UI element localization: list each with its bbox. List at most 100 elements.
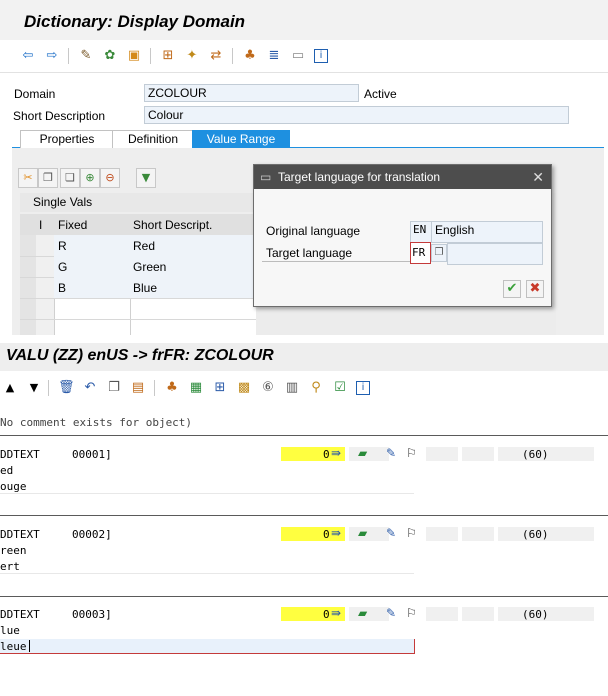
- main-toolbar: ⇦ ⇨ ✎ ✿ ▣ ⊞ ✦ ⇄ ♣ ≣ ▭ i: [0, 40, 608, 73]
- paste-icon[interactable]: ▤: [130, 380, 146, 396]
- entry-divider: [0, 515, 608, 516]
- row-1-desc[interactable]: Red: [133, 239, 155, 253]
- display-info-icon[interactable]: ▭: [290, 48, 306, 64]
- tab-properties[interactable]: Properties: [20, 130, 114, 149]
- text-cursor: [29, 640, 30, 652]
- target-language-code-input[interactable]: FR: [410, 242, 431, 264]
- entry-3-gray-box: [349, 607, 389, 621]
- insert-row-icon[interactable]: ⊕: [80, 168, 100, 188]
- value-help-icon[interactable]: ❐: [431, 244, 447, 262]
- title-bar: Dictionary: Display Domain: [0, 0, 608, 40]
- grid-icon[interactable]: ▩: [236, 380, 252, 396]
- row-selector-column[interactable]: [20, 235, 36, 335]
- row-2-desc[interactable]: Green: [133, 260, 166, 274]
- entry-1-edit-icon[interactable]: ✎: [386, 446, 396, 460]
- close-icon[interactable]: ✕: [532, 165, 544, 189]
- tab-value-range[interactable]: Value Range: [192, 130, 290, 149]
- row-3-desc[interactable]: Blue: [133, 281, 157, 295]
- translation-title: VALU (ZZ) enUS -> frFR: ZCOLOUR: [6, 347, 274, 364]
- entry-divider: [0, 596, 608, 597]
- entry-1-stamp-icon[interactable]: ▰: [358, 446, 367, 460]
- activate-icon[interactable]: ▣: [126, 48, 142, 64]
- short-description-field[interactable]: Colour: [144, 106, 569, 124]
- entry-2-flag-icon[interactable]: ⚐: [406, 526, 417, 540]
- row-2-fixed[interactable]: G: [58, 260, 67, 274]
- move-icon[interactable]: ⇄: [208, 48, 224, 64]
- entry-3-number: 00003]: [72, 608, 112, 621]
- delete-row-icon[interactable]: ⊖: [100, 168, 120, 188]
- i-column: [36, 235, 54, 335]
- entry-3-header: DDTEXT 00003] 0 ⇛ ▰ ✎ ⚐ (60): [0, 606, 608, 622]
- table-icon[interactable]: ≣: [266, 48, 282, 64]
- entry-3-count: 0: [323, 608, 330, 621]
- col-i[interactable]: I: [39, 218, 42, 232]
- entry-1-target-input[interactable]: ouge: [0, 479, 414, 494]
- where-used-icon[interactable]: ⊞: [160, 48, 176, 64]
- entry-1-gray-box: (60): [498, 447, 594, 461]
- entry-1-gray-box: [349, 447, 389, 461]
- domain-field[interactable]: ZCOLOUR: [144, 84, 359, 102]
- entry-2-edit-icon[interactable]: ✎: [386, 526, 396, 540]
- row-1-fixed[interactable]: R: [58, 239, 67, 253]
- entry-1-flag-icon[interactable]: ⚐: [406, 446, 417, 460]
- dialog-icon: ▭: [260, 170, 272, 184]
- entry-1-gray-box: [462, 447, 494, 461]
- paste-icon[interactable]: ❏: [60, 168, 80, 188]
- book-icon[interactable]: ▥: [284, 380, 300, 396]
- change-display-icon[interactable]: ✿: [102, 48, 118, 64]
- entry-3-length: (60): [522, 608, 549, 621]
- entry-3-target-input[interactable]: leue: [0, 639, 415, 654]
- separator: [232, 48, 233, 64]
- numbers-icon[interactable]: ⑥: [260, 380, 276, 396]
- original-language-label: Original language: [266, 224, 361, 238]
- entry-2-detail-icon[interactable]: ⇛: [331, 526, 341, 540]
- back-icon[interactable]: ⇦: [20, 48, 36, 64]
- hierarchy-icon[interactable]: ♣: [164, 380, 180, 396]
- entry-3-gray-box: [426, 607, 458, 621]
- filter-icon[interactable]: ▼: [136, 168, 156, 188]
- entry-3-flag-icon[interactable]: ⚐: [406, 606, 417, 620]
- single-vals-title: Single Vals: [33, 195, 93, 209]
- cancel-icon[interactable]: ✖: [526, 280, 544, 298]
- info-icon[interactable]: i: [314, 49, 328, 63]
- entry-2-gray-box: [462, 527, 494, 541]
- entry-2-target-input[interactable]: ert: [0, 559, 414, 574]
- entry-1-length: (60): [522, 448, 549, 461]
- hierarchy-icon[interactable]: ♣: [242, 48, 258, 64]
- dialog-title: Target language for translation: [278, 170, 441, 184]
- info-icon[interactable]: i: [356, 381, 370, 395]
- delete-icon[interactable]: 🗑: [58, 380, 75, 396]
- col-fixed[interactable]: Fixed: [58, 218, 87, 232]
- entry-3-edit-icon[interactable]: ✎: [386, 606, 396, 620]
- down-arrow-icon[interactable]: ▼: [26, 380, 42, 396]
- entry-2-stamp-icon[interactable]: ▰: [358, 526, 367, 540]
- object-list-icon[interactable]: ✦: [184, 48, 200, 64]
- copy-icon[interactable]: ❐: [38, 168, 58, 188]
- table-icon[interactable]: ▦: [188, 380, 204, 396]
- check-icon[interactable]: ☑: [332, 380, 348, 396]
- cut-icon[interactable]: ✂: [18, 168, 38, 188]
- proposal-icon[interactable]: ⊞: [212, 380, 228, 396]
- forward-icon[interactable]: ⇨: [44, 48, 60, 64]
- entry-2-gray-box: [426, 527, 458, 541]
- search-icon[interactable]: ⚲: [308, 380, 324, 396]
- col-short-description[interactable]: Short Descript.: [133, 218, 212, 232]
- undo-icon[interactable]: ↶: [82, 380, 98, 396]
- tab-definition[interactable]: Definition: [112, 130, 194, 149]
- entry-3-detail-icon[interactable]: ⇛: [331, 606, 341, 620]
- domain-label: Domain: [14, 87, 56, 101]
- copy-icon[interactable]: ❐: [106, 380, 122, 396]
- entry-1-key: DDTEXT: [0, 448, 40, 461]
- status-text: Active: [364, 87, 397, 101]
- target-language-dialog: ▭ Target language for translation ✕ Orig…: [253, 164, 552, 307]
- glasses-icon[interactable]: ✎: [78, 48, 94, 64]
- up-arrow-icon[interactable]: ▲: [2, 380, 18, 396]
- row-3-fixed[interactable]: B: [58, 281, 66, 295]
- entry-1-detail-icon[interactable]: ⇛: [331, 446, 341, 460]
- translation-title-bar: VALU (ZZ) enUS -> frFR: ZCOLOUR: [0, 343, 608, 371]
- entry-1-gray-box: [426, 447, 458, 461]
- entry-3-stamp-icon[interactable]: ▰: [358, 606, 367, 620]
- separator: [48, 380, 49, 396]
- confirm-icon[interactable]: ✔: [503, 280, 521, 298]
- entry-2-number: 00002]: [72, 528, 112, 541]
